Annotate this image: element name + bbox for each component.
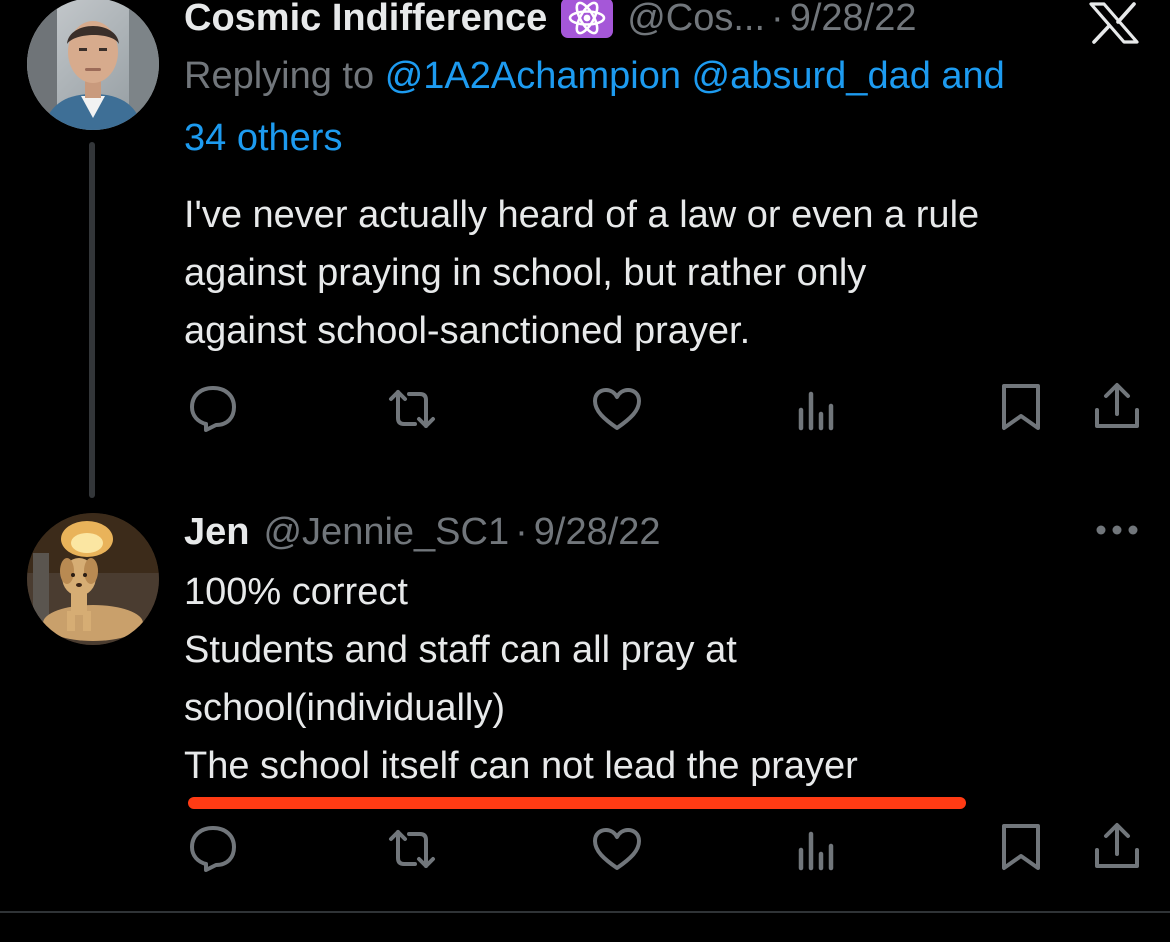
- reply-others-link[interactable]: 34 others: [184, 117, 342, 159]
- avatar-cosmic-indifference[interactable]: [27, 0, 159, 130]
- reply-mentions[interactable]: @1A2Achampion @absurd_dad and: [385, 55, 1005, 97]
- like-icon[interactable]: [590, 822, 644, 876]
- more-icon[interactable]: [1093, 518, 1141, 542]
- retweet-icon[interactable]: [385, 382, 439, 436]
- timestamp[interactable]: 9/28/22: [790, 0, 917, 40]
- tweet-text-line: 100% correct: [184, 571, 408, 613]
- bookmark-icon[interactable]: [994, 820, 1048, 874]
- tweet-body: I've never actually heard of a law or ev…: [184, 186, 979, 360]
- tweet-text-line: I've never actually heard of a law or ev…: [184, 194, 980, 236]
- display-name[interactable]: Cosmic Indifference: [184, 0, 547, 40]
- handle[interactable]: @Cos...: [627, 0, 765, 40]
- share-icon[interactable]: [1090, 380, 1144, 434]
- bottom-divider: [0, 911, 1170, 913]
- display-name[interactable]: Jen: [184, 510, 249, 554]
- atom-icon: [561, 0, 614, 38]
- bookmark-icon[interactable]: [994, 380, 1048, 434]
- share-icon[interactable]: [1090, 820, 1144, 874]
- reply-icon[interactable]: [186, 380, 240, 434]
- avatar-jen[interactable]: [27, 513, 159, 645]
- timestamp[interactable]: 9/28/22: [534, 510, 661, 554]
- like-icon[interactable]: [590, 382, 644, 436]
- retweet-icon[interactable]: [385, 822, 439, 876]
- reply-icon[interactable]: [186, 820, 240, 874]
- tweet-text-line: against school-sanctioned prayer.: [184, 310, 751, 352]
- tweet-header: Jen @Jennie_SC1 · 9/28/22: [184, 510, 661, 554]
- separator-dot: ·: [515, 511, 528, 553]
- views-icon[interactable]: [791, 384, 845, 438]
- separator-dot: ·: [771, 0, 784, 39]
- replying-to-label: Replying to: [184, 55, 375, 97]
- tweet-header: Cosmic Indifference @Cos... · 9/28/22: [184, 0, 917, 40]
- views-icon[interactable]: [791, 824, 845, 878]
- replying-to-line: Replying to @1A2Achampion @absurd_dad an…: [184, 45, 1005, 107]
- x-icon[interactable]: [1088, 2, 1140, 44]
- highlight-underline: [188, 797, 966, 809]
- tweet-text-line: against praying in school, but rather on…: [184, 252, 867, 294]
- tweet-text-line: school(individually): [184, 687, 506, 729]
- tweet-body: 100% correct Students and staff can all …: [184, 563, 858, 795]
- handle[interactable]: @Jennie_SC1: [263, 510, 509, 554]
- tweet-text-line: Students and staff can all pray at: [184, 629, 737, 671]
- tweet-text-line-highlighted: The school itself can not lead the praye…: [184, 745, 858, 787]
- thread-line: [89, 142, 95, 498]
